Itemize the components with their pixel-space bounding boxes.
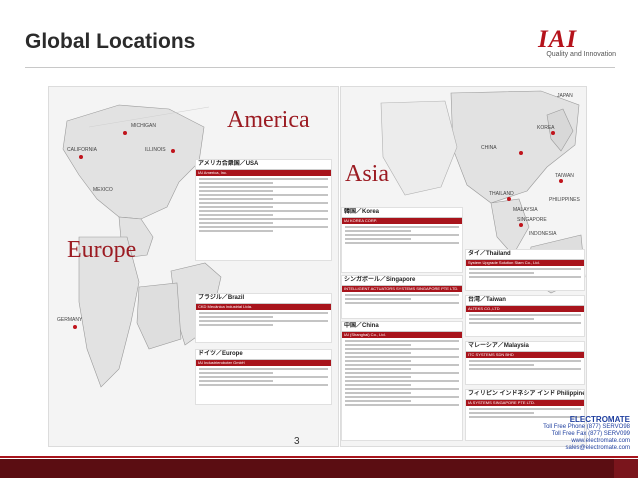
card-company: CKD Mecânica Industrial Ltda. (196, 304, 331, 310)
card-company: IAI Industrieroboter GmbH (196, 360, 331, 366)
card-heading: シンガポール／Singapore (342, 276, 462, 286)
america-europe-page: MICHIGAN CALIFORNIA ILLINOIS MEXICO GERM… (48, 86, 339, 447)
card-heading: ブラジル／Brazil (196, 294, 331, 304)
office-card-thailand: タイ／Thailand System Upgrade Solution Siam… (465, 249, 585, 291)
card-company: IAI KOREA CORP. (342, 218, 462, 224)
electromate-phone: Toll Free Phone (877) SERVO98 (543, 424, 630, 430)
office-card-europe: ドイツ／Europe IAI Industrieroboter GmbH (195, 349, 332, 405)
footer-bar (0, 459, 638, 478)
footer-rule (0, 456, 638, 458)
footer-corner (614, 459, 638, 478)
location-pin (551, 131, 555, 135)
map-label-michigan: MICHIGAN (131, 123, 156, 129)
office-card-usa: アメリカ合衆国／USA IAI America, Inc. (195, 159, 332, 261)
europe-heading: Europe (67, 237, 137, 263)
iai-logo: IAI Quality and Innovation (538, 26, 616, 63)
iai-tagline: Quality and Innovation (546, 51, 616, 58)
location-pin (79, 155, 83, 159)
map-label-thailand: THAILAND (489, 191, 514, 197)
card-company: ITC SYSTEMS SDN BHD (466, 352, 584, 358)
location-pin (519, 223, 523, 227)
card-heading: 韓国／Korea (342, 208, 462, 218)
card-heading: マレーシア／Malaysia (466, 342, 584, 352)
office-card-china: 中国／China IAI (Shanghai) Co., Ltd. (341, 321, 463, 441)
card-company: IAI America, Inc. (196, 170, 331, 176)
electromate-fax: Toll Free Fax (877) SERV099 (551, 431, 630, 437)
map-label-california: CALIFORNIA (67, 147, 98, 153)
location-pin (559, 179, 563, 183)
card-heading: 中国／China (342, 322, 462, 332)
office-card-korea: 韓国／Korea IAI KOREA CORP. (341, 207, 463, 273)
page-number: 3 (294, 436, 300, 447)
map-label-malaysia: MALAYSIA (513, 207, 538, 213)
location-pin (171, 149, 175, 153)
map-label-taiwan: TAIWAN (555, 173, 574, 179)
asia-page: JAPAN KOREA CHINA TAIWAN THAILAND MALAYS… (340, 86, 587, 447)
map-label-illinois: ILLINOIS (145, 147, 166, 153)
card-heading: ドイツ／Europe (196, 350, 331, 360)
location-pin (507, 197, 511, 201)
card-company: IA SYSTEMS SINGAPORE PTE LTD. (466, 400, 584, 406)
card-company: ALTEKS CO.,LTD (466, 306, 584, 312)
location-pin (123, 131, 127, 135)
header-divider (25, 67, 615, 68)
card-heading: フィリピン インドネシア インド Philippines Indonesia I… (466, 390, 584, 400)
america-heading: America (227, 107, 310, 133)
map-label-japan: JAPAN (557, 93, 573, 99)
map-label-mexico: MEXICO (93, 187, 113, 193)
asia-heading: Asia (345, 161, 389, 187)
office-card-taiwan: 台湾／Taiwan ALTEKS CO.,LTD (465, 295, 585, 337)
office-card-singapore: シンガポール／Singapore INTELLIGENT ACTUATORS S… (341, 275, 463, 319)
iai-logo-mark: IAI (538, 26, 578, 53)
card-company: IAI (Shanghai) Co., Ltd. (342, 332, 462, 338)
electromate-name: ELECTROMATE (569, 415, 630, 424)
card-company: System Upgrade Solution Siam Co., Ltd. (466, 260, 584, 266)
card-heading: タイ／Thailand (466, 250, 584, 260)
card-company: INTELLIGENT ACTUATORS SYSTEMS SINGAPORE … (342, 286, 462, 292)
electromate-website-link[interactable]: www.electromate.com (538, 438, 630, 445)
card-heading: 台湾／Taiwan (466, 296, 584, 306)
location-pin (73, 325, 77, 329)
map-label-philippines: PHILIPPINES (549, 197, 580, 203)
slide-title: Global Locations (25, 30, 196, 53)
office-card-brazil: ブラジル／Brazil CKD Mecânica Industrial Ltda… (195, 293, 332, 343)
map-label-china: CHINA (481, 145, 497, 151)
map-label-indonesia: INDONESIA (529, 231, 557, 237)
office-card-malaysia: マレーシア／Malaysia ITC SYSTEMS SDN BHD (465, 341, 585, 385)
location-pin (519, 151, 523, 155)
electromate-email-link[interactable]: sales@electromate.com (538, 445, 630, 452)
card-heading: アメリカ合衆国／USA (196, 160, 331, 170)
electromate-contact: ELECTROMATE Toll Free Phone (877) SERVO9… (538, 415, 630, 452)
map-label-germany: GERMANY (57, 317, 83, 323)
